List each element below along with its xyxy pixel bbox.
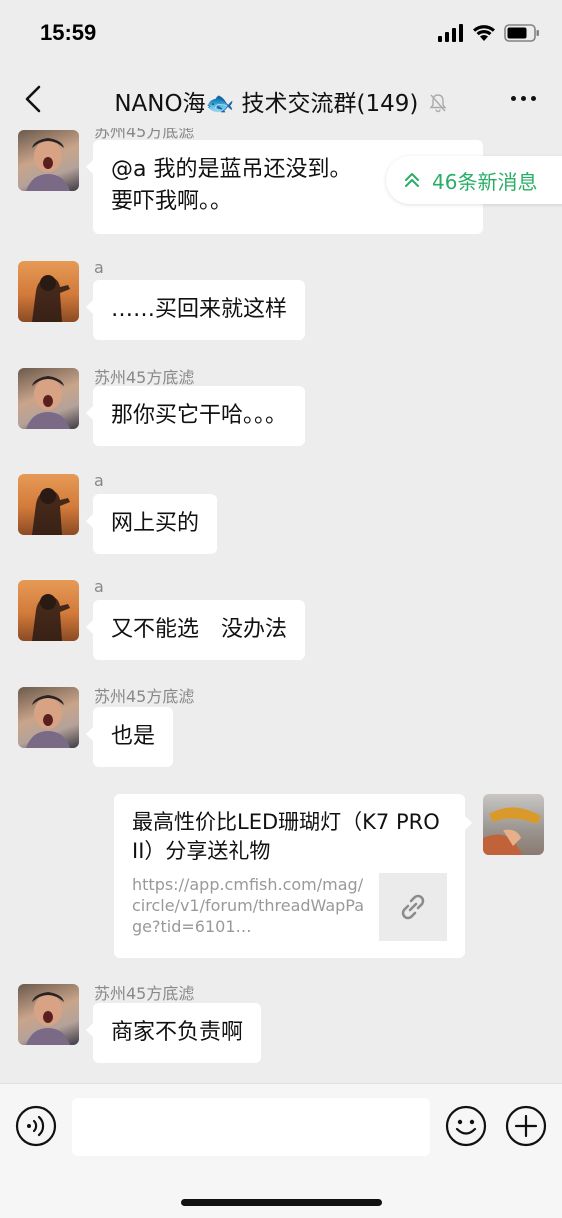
avatar-image [483,807,541,855]
link-card-title: 最高性价比LED珊瑚灯（K7 PRO II）分享送礼物 [132,810,440,863]
sender-name: 苏州45方底滤 [94,368,195,387]
voice-button[interactable] [15,1105,57,1147]
sender-name: a [94,258,104,277]
sender-name: 苏州45方底滤 [94,984,195,1003]
message-bubble[interactable]: 又不能选 没办法 [85,600,306,660]
avatar[interactable] [18,687,79,748]
more-dot-icon [521,96,526,101]
link-icon [401,894,425,920]
sender-name: a [94,471,104,490]
double-chevron-up-icon [405,173,419,187]
sender-name: a [94,577,104,596]
input-bar [0,1083,562,1218]
link-card[interactable]: 最高性价比LED珊瑚灯（K7 PRO II）分享送礼物 https://app.… [114,794,472,958]
avatar-image [32,275,70,322]
message-bubble[interactable]: 商家不负责啊 [85,1003,262,1063]
avatar-image [26,138,70,191]
home-indicator[interactable] [181,1199,382,1206]
plus-circle-icon [505,1105,547,1147]
avatar[interactable] [18,261,79,322]
signal-icon [438,24,463,42]
avatar[interactable] [18,368,79,429]
my-avatar[interactable] [483,794,544,855]
message-bubble[interactable]: 那你买它干哈。。。 [85,386,306,446]
add-button[interactable] [505,1105,547,1147]
avatar-image [26,376,70,429]
emoji-button[interactable] [445,1105,487,1147]
avatar-image [26,992,70,1045]
avatar[interactable] [18,474,79,535]
status-icons [438,24,540,42]
avatar-image [26,695,70,748]
avatar-image [32,594,70,641]
new-messages-button[interactable]: 46条新消息 [386,156,562,204]
avatar-image [32,488,70,535]
more-dot-icon [511,96,516,101]
status-time: 15:59 [40,20,97,45]
emoji-icon [445,1105,487,1147]
more-options-button[interactable] [511,96,536,101]
avatar[interactable] [18,580,79,641]
chat-title: NANO海🐟 技术交流群(149) [0,84,562,118]
link-card-url: https://app.cmfish.com/mag/circle/v1/for… [132,875,365,936]
sender-name: 苏州45方底滤 [94,687,195,706]
message-input[interactable] [72,1098,430,1156]
chat-header: NANO海🐟 技术交流群(149) [0,70,562,128]
avatar[interactable] [18,130,79,191]
wifi-icon [473,25,495,41]
link-thumbnail [379,873,447,941]
battery-icon [504,24,539,42]
message-bubble[interactable]: ……买回来就这样 [85,280,306,340]
mute-bell-icon [429,94,447,113]
message-bubble[interactable]: 网上买的 [85,494,218,554]
chat-message-list[interactable]: 苏州45方底滤 @a 我的是蓝吊还没到。 要吓我啊。。 a ……买回来就这样 苏… [0,128,562,1083]
more-dot-icon [531,96,536,101]
new-messages-label: 46条新消息 [432,169,538,194]
avatar[interactable] [18,984,79,1045]
status-bar: 15:59 [0,0,562,70]
chat-title-text: NANO海🐟 技术交流群(149) [114,91,419,117]
voice-icon [15,1105,57,1147]
message-bubble[interactable]: 也是 [85,707,174,767]
